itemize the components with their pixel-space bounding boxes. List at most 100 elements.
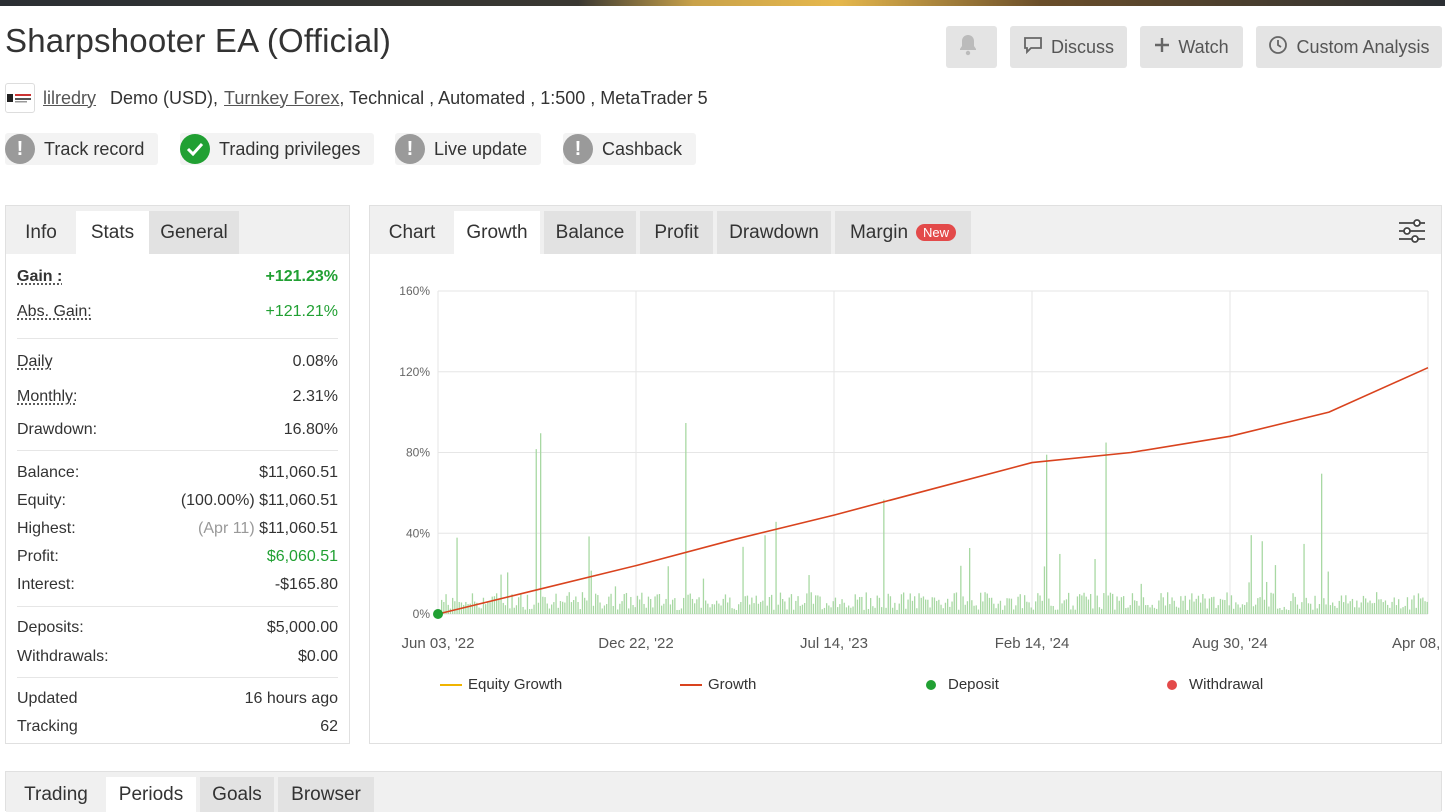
tab-balance[interactable]: Balance (544, 211, 636, 254)
volume-bar (991, 597, 993, 614)
legend-label: Growth (708, 676, 757, 693)
volume-bar (1296, 604, 1299, 614)
volume-bar (647, 596, 650, 614)
volume-bar (804, 603, 806, 614)
badge-live-update[interactable]: ! Live update (395, 133, 542, 165)
growth-chart[interactable]: 0% 40% 80% 120% 160% Jun 03, '22 Dec 22, '22 Ju… (370, 276, 1441, 696)
volume-bar (685, 423, 687, 614)
volume-bar (1065, 599, 1068, 614)
volume-bar (760, 601, 762, 614)
custom-analysis-button[interactable]: Custom Analysis (1256, 26, 1442, 68)
stat-key[interactable]: Gain : (17, 268, 62, 286)
volume-bar (570, 602, 573, 614)
volume-bar (1380, 599, 1382, 614)
volume-bar (1398, 599, 1400, 614)
volume-bar (496, 593, 498, 614)
deposit-marker (433, 609, 443, 619)
stat-value: $0.00 (297, 648, 338, 665)
volume-bar (914, 596, 916, 614)
volume-bar (1334, 605, 1336, 614)
watch-button[interactable]: Watch (1140, 26, 1243, 68)
tab-drawdown[interactable]: Drawdown (717, 211, 831, 254)
chart-settings-button[interactable] (1397, 216, 1427, 246)
volume-bar (925, 599, 927, 614)
volume-bar (1010, 598, 1013, 614)
stat-key[interactable]: Abs. Gain: (17, 303, 92, 321)
volume-bar (812, 603, 815, 614)
volume-bar (482, 597, 485, 614)
volume-bar (903, 592, 905, 614)
volume-bar (1092, 608, 1094, 614)
volume-bar (1279, 608, 1281, 614)
volume-bar (1230, 595, 1233, 614)
tab-general[interactable]: General (149, 211, 239, 254)
volume-bar (1035, 601, 1037, 614)
x-tick-label: Jul 14, '23 (800, 635, 868, 652)
stat-key[interactable]: Daily (17, 353, 53, 371)
volume-bar (909, 593, 911, 614)
volume-bar (606, 604, 608, 614)
broker-link[interactable]: Turnkey Forex (224, 88, 339, 109)
volume-bar (984, 592, 986, 614)
stat-balance: Balance: $11,060.51 (17, 461, 338, 485)
legend-swatch (680, 683, 702, 686)
volume-bar (614, 586, 617, 614)
volume-bar (1167, 592, 1169, 614)
volume-bar (916, 608, 918, 614)
legend-withdrawal[interactable]: Withdrawal (1167, 676, 1263, 693)
stat-key[interactable]: Monthly: (17, 388, 77, 406)
discuss-button[interactable]: Discuss (1010, 26, 1127, 68)
volume-bar (452, 597, 454, 614)
volume-bar (1349, 601, 1351, 614)
tab-margin[interactable]: Margin New (835, 211, 971, 254)
legend-label: Withdrawal (1189, 676, 1264, 693)
volume-bar (676, 609, 678, 614)
volume-bar (515, 605, 518, 614)
volume-bar (518, 597, 520, 614)
tab-stats[interactable]: Stats (76, 211, 149, 254)
volume-bar (883, 499, 885, 614)
author-link[interactable]: lilredry (43, 88, 96, 109)
volume-bar (1371, 603, 1373, 614)
bell-icon (958, 34, 986, 61)
volume-bar (1211, 597, 1213, 614)
volume-bar (1340, 595, 1343, 614)
volume-bar (922, 596, 925, 614)
volume-bar (1063, 600, 1065, 614)
stat-updated: Updated 16 hours ago (17, 687, 338, 711)
badge-trading-privileges[interactable]: Trading privileges (180, 133, 375, 165)
volume-bar (595, 593, 597, 614)
badge-track-record[interactable]: ! Track record (5, 133, 159, 165)
notification-button[interactable] (946, 26, 997, 68)
volume-bar (843, 602, 845, 614)
volume-bar (1343, 602, 1345, 614)
volume-bar (808, 575, 810, 614)
volume-bar (542, 596, 544, 614)
volume-bar (920, 597, 922, 614)
volume-bar (1006, 598, 1008, 614)
volume-bar (1120, 597, 1123, 614)
tab-profit[interactable]: Profit (640, 211, 713, 254)
badge-label: Track record (44, 138, 145, 159)
legend-equity-growth[interactable]: Equity Growth (440, 676, 562, 693)
volume-bar (1314, 595, 1316, 614)
volume-bar (744, 596, 746, 614)
volume-bar (740, 602, 742, 614)
legend-growth[interactable]: Growth (680, 676, 756, 693)
custom-analysis-label: Custom Analysis (1296, 36, 1430, 57)
volume-bar (617, 609, 619, 614)
stat-key: Equity: (17, 492, 66, 509)
volume-bar (1248, 582, 1250, 614)
legend-deposit[interactable]: Deposit (926, 676, 999, 693)
tab-info[interactable]: Info (6, 211, 76, 254)
volume-bar (1074, 609, 1076, 614)
volume-bar (861, 596, 863, 614)
avatar[interactable] (5, 83, 35, 113)
tab-growth[interactable]: Growth (454, 211, 540, 254)
volume-bar (1204, 598, 1206, 614)
volume-bar (1270, 592, 1272, 614)
volume-bar (1318, 604, 1321, 614)
volume-bar (867, 608, 870, 614)
volume-bar (478, 607, 480, 614)
badge-cashback[interactable]: ! Cashback (563, 133, 697, 165)
